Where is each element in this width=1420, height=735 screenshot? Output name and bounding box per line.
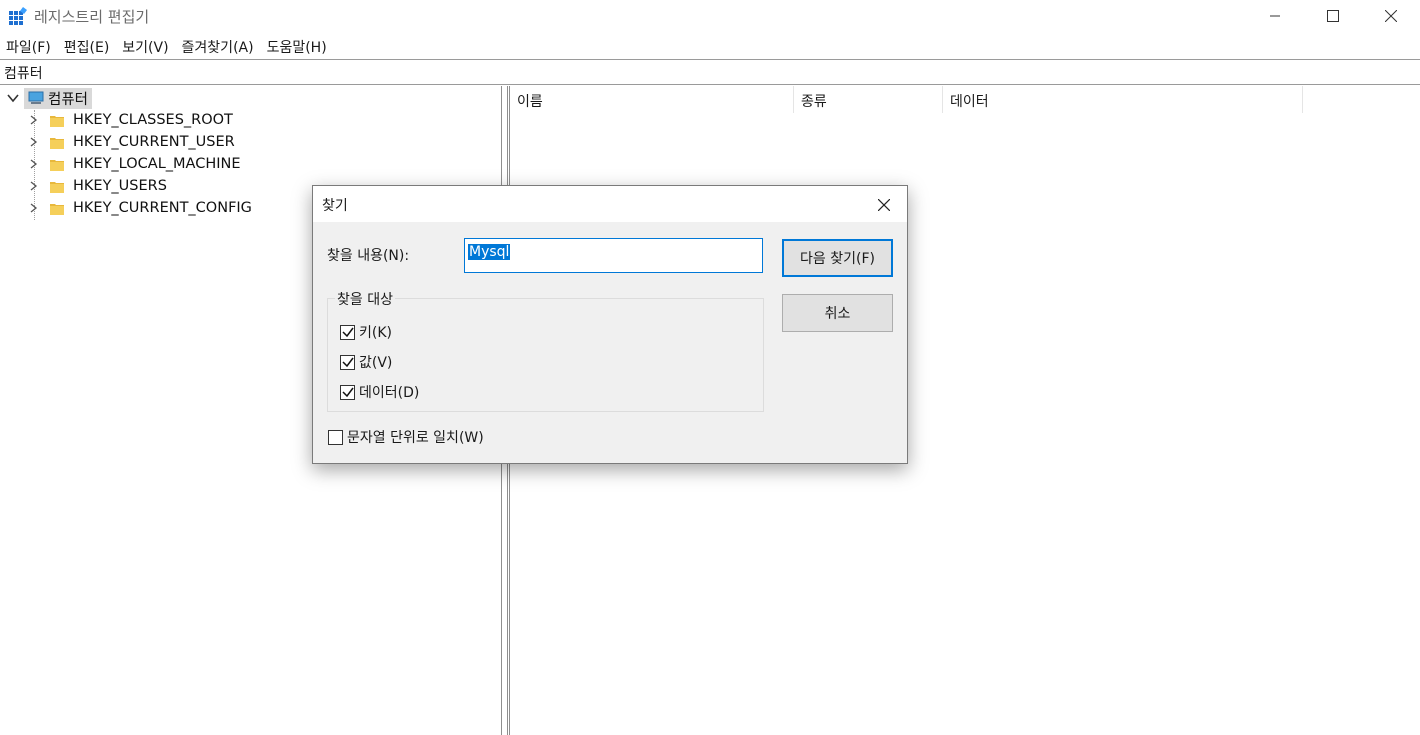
- column-header-data[interactable]: 데이터: [943, 86, 1303, 113]
- chevron-right-icon[interactable]: [26, 179, 40, 193]
- find-what-label: 찾을 내용(N):: [327, 248, 410, 264]
- checkbox-keys[interactable]: 키(K): [340, 322, 392, 342]
- address-bar[interactable]: 컴퓨터: [0, 59, 1420, 85]
- folder-icon: [50, 181, 64, 193]
- checkbox-match-whole[interactable]: 문자열 단위로 일치(W): [328, 427, 484, 447]
- find-what-value: Mysql: [468, 244, 511, 260]
- checkbox-values[interactable]: 값(V): [340, 352, 392, 372]
- look-at-label: 찾을 대상: [335, 289, 395, 309]
- checkmark-icon: [341, 327, 354, 338]
- checkbox-box[interactable]: [340, 384, 355, 400]
- tree-item[interactable]: HKEY_CURRENT_USER: [26, 131, 235, 153]
- checkmark-icon: [341, 387, 354, 398]
- close-button[interactable]: [1362, 0, 1420, 32]
- menu-favorites[interactable]: 즐겨찾기(A): [176, 34, 261, 58]
- checkbox-label: 데이터(D): [359, 385, 420, 401]
- close-icon: [878, 199, 890, 211]
- maximize-button[interactable]: [1304, 0, 1362, 32]
- checkbox-label: 값(V): [359, 355, 393, 371]
- chevron-right-icon[interactable]: [26, 113, 40, 127]
- folder-icon: [50, 115, 64, 127]
- column-header-name[interactable]: 이름: [510, 86, 794, 113]
- dialog-close-button[interactable]: [873, 194, 895, 216]
- checkbox-box[interactable]: [328, 429, 343, 445]
- checkmark-icon: [341, 357, 354, 368]
- chevron-right-icon[interactable]: [26, 201, 40, 215]
- checkbox-label: 문자열 단위로 일치(W): [347, 430, 484, 446]
- checkbox-label: 키(K): [359, 325, 392, 341]
- folder-icon: [50, 159, 64, 171]
- menu-view[interactable]: 보기(V): [116, 34, 175, 58]
- chevron-right-icon[interactable]: [26, 135, 40, 149]
- tree-root-selection: 컴퓨터: [24, 87, 93, 109]
- checkbox-box[interactable]: [340, 324, 355, 340]
- address-path: 컴퓨터: [4, 66, 43, 82]
- menu-help[interactable]: 도움말(H): [261, 34, 334, 58]
- tree-item[interactable]: HKEY_USERS: [26, 175, 167, 197]
- menu-file[interactable]: 파일(F): [0, 34, 58, 58]
- tree-root-label: 컴퓨터: [48, 91, 89, 108]
- checkbox-box[interactable]: [340, 354, 355, 370]
- tree-item-label: HKEY_CLASSES_ROOT: [73, 112, 233, 128]
- find-dialog: 찾기 찾을 내용(N): Mysql 다음 찾기(F) 취소 찾을 대상 키(K…: [312, 185, 908, 464]
- registry-editor-icon: [9, 7, 27, 25]
- close-icon: [1385, 10, 1397, 22]
- checkbox-data[interactable]: 데이터(D): [340, 382, 419, 402]
- minimize-icon: [1270, 15, 1280, 17]
- column-header-type[interactable]: 종류: [794, 86, 943, 113]
- tree-item[interactable]: HKEY_CLASSES_ROOT: [26, 109, 233, 131]
- tree-item[interactable]: HKEY_LOCAL_MACHINE: [26, 153, 241, 175]
- folder-icon: [50, 203, 64, 215]
- tree-item-label: HKEY_CURRENT_USER: [73, 134, 235, 150]
- minimize-button[interactable]: [1246, 0, 1304, 32]
- find-what-input[interactable]: Mysql: [464, 238, 763, 273]
- menu-edit[interactable]: 편집(E): [58, 34, 117, 58]
- tree-item[interactable]: HKEY_CURRENT_CONFIG: [26, 197, 252, 219]
- dialog-title-bar: 찾기: [313, 186, 907, 222]
- dialog-title: 찾기: [322, 198, 348, 214]
- cancel-button[interactable]: 취소: [782, 294, 893, 332]
- computer-icon: [28, 91, 44, 104]
- tree-item-label: HKEY_LOCAL_MACHINE: [73, 156, 241, 172]
- find-next-button[interactable]: 다음 찾기(F): [782, 239, 893, 277]
- title-bar: 레지스트리 편집기: [0, 0, 1420, 32]
- tree-item-label: HKEY_USERS: [73, 178, 167, 194]
- window-title: 레지스트리 편집기: [34, 8, 150, 26]
- folder-icon: [50, 137, 64, 149]
- chevron-right-icon[interactable]: [26, 157, 40, 171]
- menu-bar: 파일(F) 편집(E) 보기(V) 즐겨찾기(A) 도움말(H): [0, 34, 334, 58]
- tree-item-label: HKEY_CURRENT_CONFIG: [73, 200, 252, 216]
- chevron-down-icon[interactable]: [6, 91, 20, 105]
- maximize-icon: [1327, 10, 1339, 22]
- tree-item-computer[interactable]: 컴퓨터: [6, 87, 93, 109]
